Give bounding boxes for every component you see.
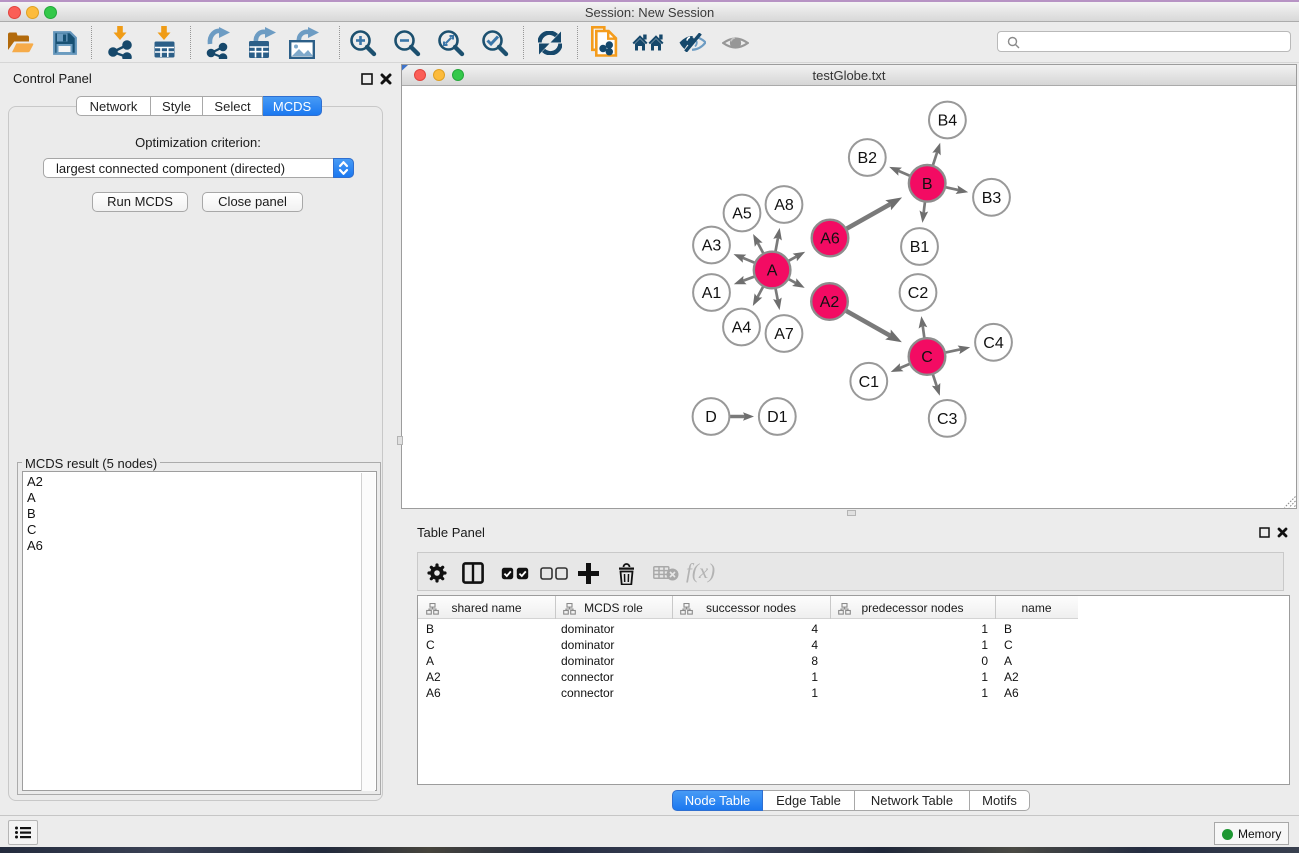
svg-text:B3: B3 — [982, 190, 1002, 207]
svg-text:D: D — [705, 409, 717, 426]
svg-text:B4: B4 — [938, 113, 958, 130]
svg-text:A6: A6 — [820, 231, 840, 248]
svg-text:B: B — [922, 176, 933, 193]
svg-text:C2: C2 — [908, 285, 929, 302]
svg-text:A: A — [767, 263, 778, 280]
svg-text:A7: A7 — [774, 326, 794, 343]
svg-text:B1: B1 — [910, 239, 930, 256]
svg-text:A3: A3 — [702, 238, 722, 255]
svg-text:A1: A1 — [702, 285, 722, 302]
svg-text:A8: A8 — [774, 197, 794, 214]
svg-text:D1: D1 — [767, 409, 788, 426]
svg-text:C: C — [921, 349, 933, 366]
svg-text:A5: A5 — [732, 206, 752, 223]
svg-text:C1: C1 — [859, 374, 880, 391]
svg-text:C3: C3 — [937, 411, 958, 428]
svg-text:A4: A4 — [732, 320, 752, 337]
svg-text:C4: C4 — [983, 335, 1004, 352]
svg-text:B2: B2 — [858, 150, 878, 167]
svg-text:A2: A2 — [820, 294, 840, 311]
